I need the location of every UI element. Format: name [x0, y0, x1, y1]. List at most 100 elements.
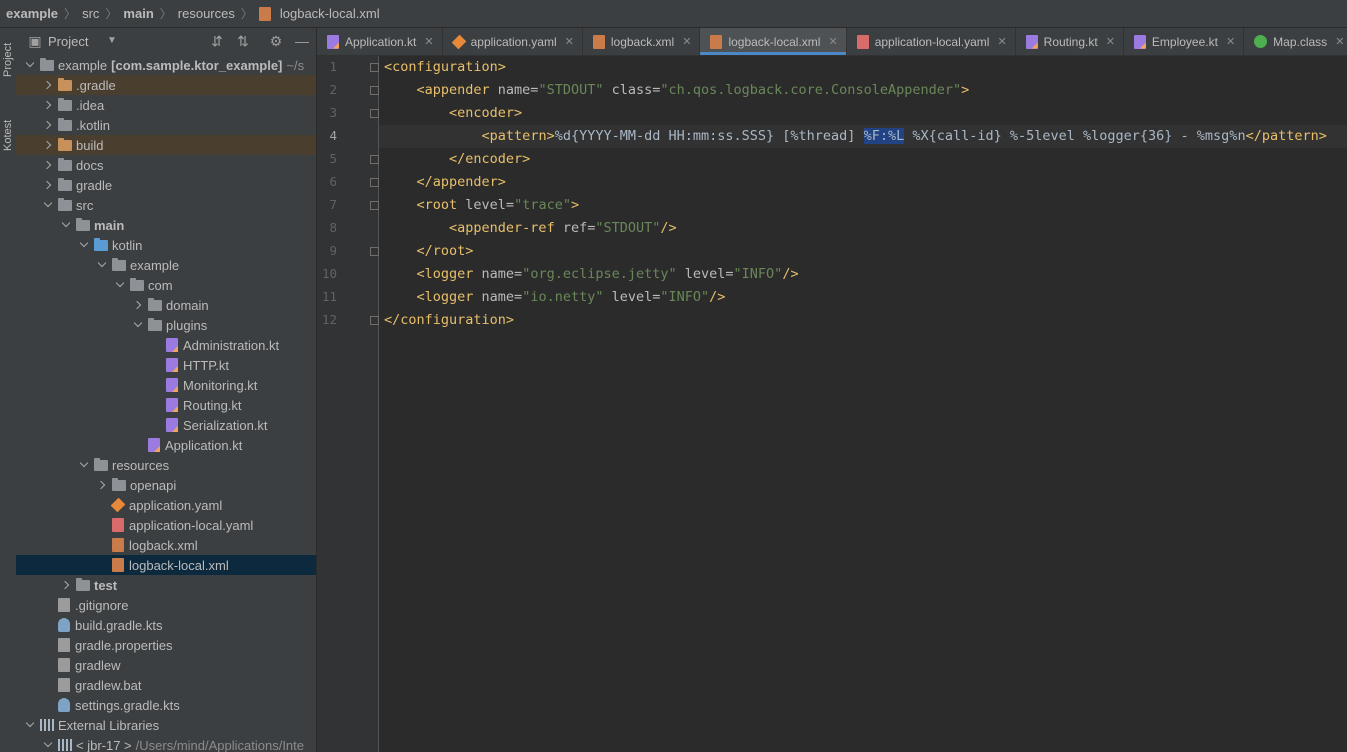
code-token: name=	[481, 266, 523, 282]
tree-item[interactable]: build.gradle.kts	[16, 615, 316, 635]
fold-marker-icon[interactable]	[370, 178, 379, 187]
tree-item[interactable]: .gradle	[16, 75, 316, 95]
breadcrumb-item[interactable]: src	[82, 6, 99, 21]
tree-item[interactable]: example	[16, 255, 316, 275]
chevron-down-icon[interactable]	[114, 279, 126, 291]
kotlin-file-icon	[166, 378, 178, 392]
breadcrumb-item[interactable]: logback-local.xml	[280, 6, 380, 21]
fold-marker-icon[interactable]	[370, 63, 379, 72]
close-icon[interactable]: ✕	[1226, 35, 1235, 48]
project-tool-tab[interactable]: Project	[0, 34, 16, 86]
tree-item[interactable]: HTTP.kt	[16, 355, 316, 375]
tree-item[interactable]: gradle	[16, 175, 316, 195]
tree-item[interactable]: logback-local.xml	[16, 555, 316, 575]
xml-file-icon	[592, 34, 605, 49]
close-icon[interactable]: ✕	[424, 35, 433, 48]
chevron-right-icon[interactable]	[60, 579, 72, 591]
tree-item[interactable]: < jbr-17 >/Users/mind/Applications/Inte	[16, 735, 316, 752]
chevron-right-icon[interactable]	[42, 99, 54, 111]
tree-item[interactable]: application-local.yaml	[16, 515, 316, 535]
tree-item[interactable]: domain	[16, 295, 316, 315]
breadcrumb-item[interactable]: main	[123, 6, 153, 21]
tree-item[interactable]: test	[16, 575, 316, 595]
tree-item[interactable]: main	[16, 215, 316, 235]
editor-tab[interactable]: Employee.kt ✕	[1124, 28, 1245, 55]
tree-item[interactable]: .kotlin	[16, 115, 316, 135]
chevron-right-icon[interactable]	[132, 299, 144, 311]
close-icon[interactable]: ✕	[565, 35, 574, 48]
chevron-right-icon[interactable]	[42, 139, 54, 151]
chevron-down-icon[interactable]	[42, 199, 54, 211]
project-panel-title[interactable]: Project	[48, 34, 88, 49]
chevron-down-icon[interactable]	[78, 459, 90, 471]
tree-item[interactable]: .gitignore	[16, 595, 316, 615]
chevron-right-icon[interactable]	[42, 179, 54, 191]
close-icon[interactable]: ✕	[682, 35, 691, 48]
tree-item[interactable]: logback.xml	[16, 535, 316, 555]
tree-item[interactable]: openapi	[16, 475, 316, 495]
tree-item[interactable]: Administration.kt	[16, 335, 316, 355]
tree-item[interactable]: build	[16, 135, 316, 155]
breadcrumb-item[interactable]: example	[6, 6, 58, 21]
close-icon[interactable]: ✕	[1335, 35, 1344, 48]
chevron-right-icon[interactable]	[42, 159, 54, 171]
close-icon[interactable]: ✕	[828, 35, 837, 48]
close-icon[interactable]: ✕	[997, 35, 1006, 48]
expand-all-icon[interactable]: ⇵	[209, 33, 225, 49]
tree-item[interactable]: Application.kt	[16, 435, 316, 455]
tree-item[interactable]: gradlew.bat	[16, 675, 316, 695]
editor-tab[interactable]: Map.class ✕	[1244, 28, 1347, 55]
chevron-down-icon[interactable]	[96, 259, 108, 271]
hide-panel-icon[interactable]: —	[294, 33, 310, 49]
code-token: >	[570, 197, 580, 213]
fold-marker-icon[interactable]	[370, 155, 379, 164]
chevron-down-icon[interactable]	[132, 319, 144, 331]
kotest-tool-tab[interactable]: Kotest	[0, 106, 16, 164]
tree-item[interactable]: Serialization.kt	[16, 415, 316, 435]
fold-marker-icon[interactable]	[370, 109, 379, 118]
tree-item[interactable]: .idea	[16, 95, 316, 115]
editor-tab[interactable]: logback-local.xml ✕	[700, 28, 847, 55]
tree-item[interactable]: Monitoring.kt	[16, 375, 316, 395]
tree-item[interactable]: settings.gradle.kts	[16, 695, 316, 715]
chevron-right-icon[interactable]	[42, 119, 54, 131]
editor-tab[interactable]: application.yaml ✕	[443, 28, 583, 55]
editor-tab[interactable]: application-local.yaml ✕	[847, 28, 1016, 55]
collapse-all-icon[interactable]: ⇅	[235, 33, 251, 49]
tree-item[interactable]: gradlew	[16, 655, 316, 675]
tree-item[interactable]: docs	[16, 155, 316, 175]
gear-icon[interactable]: ⚙	[268, 33, 284, 49]
chevron-down-icon[interactable]	[42, 739, 54, 751]
chevron-down-icon[interactable]	[24, 59, 36, 71]
tree-item[interactable]: com	[16, 275, 316, 295]
fold-marker-icon[interactable]	[370, 247, 379, 256]
chevron-down-icon[interactable]	[60, 219, 72, 231]
fold-marker-icon[interactable]	[370, 86, 379, 95]
chevron-right-icon[interactable]	[42, 79, 54, 91]
line-number: 4	[329, 128, 337, 143]
chevron-right-icon[interactable]	[96, 479, 108, 491]
editor-tab[interactable]: Routing.kt ✕	[1016, 28, 1124, 55]
chevron-down-icon[interactable]	[78, 239, 90, 251]
tree-item[interactable]: plugins	[16, 315, 316, 335]
editor-tab[interactable]: logback.xml ✕	[583, 28, 701, 55]
chevron-down-icon[interactable]	[24, 719, 36, 731]
tree-item[interactable]: resources	[16, 455, 316, 475]
breadcrumb: example 〉 src 〉 main 〉 resources 〉 logback-local…	[0, 0, 1347, 28]
code-editor[interactable]: <configuration> <appender name="STDOUT" …	[379, 56, 1347, 752]
view-dropdown-chevron-icon[interactable]: ▼	[104, 33, 120, 49]
close-icon[interactable]: ✕	[1106, 35, 1115, 48]
tree-item[interactable]: application.yaml	[16, 495, 316, 515]
tree-item[interactable]: example [com.sample.ktor_example] ~/s	[16, 55, 316, 75]
tree-item[interactable]: External Libraries	[16, 715, 316, 735]
tree-item[interactable]: src	[16, 195, 316, 215]
fold-marker-icon[interactable]	[370, 201, 379, 210]
tree-item[interactable]: kotlin	[16, 235, 316, 255]
kotlin-file-icon	[166, 418, 178, 432]
tree-item[interactable]: gradle.properties	[16, 635, 316, 655]
tree-item[interactable]: Routing.kt	[16, 395, 316, 415]
fold-marker-icon[interactable]	[370, 316, 379, 325]
breadcrumb-item[interactable]: resources	[178, 6, 235, 21]
editor-tab[interactable]: Application.kt ✕	[317, 28, 443, 55]
